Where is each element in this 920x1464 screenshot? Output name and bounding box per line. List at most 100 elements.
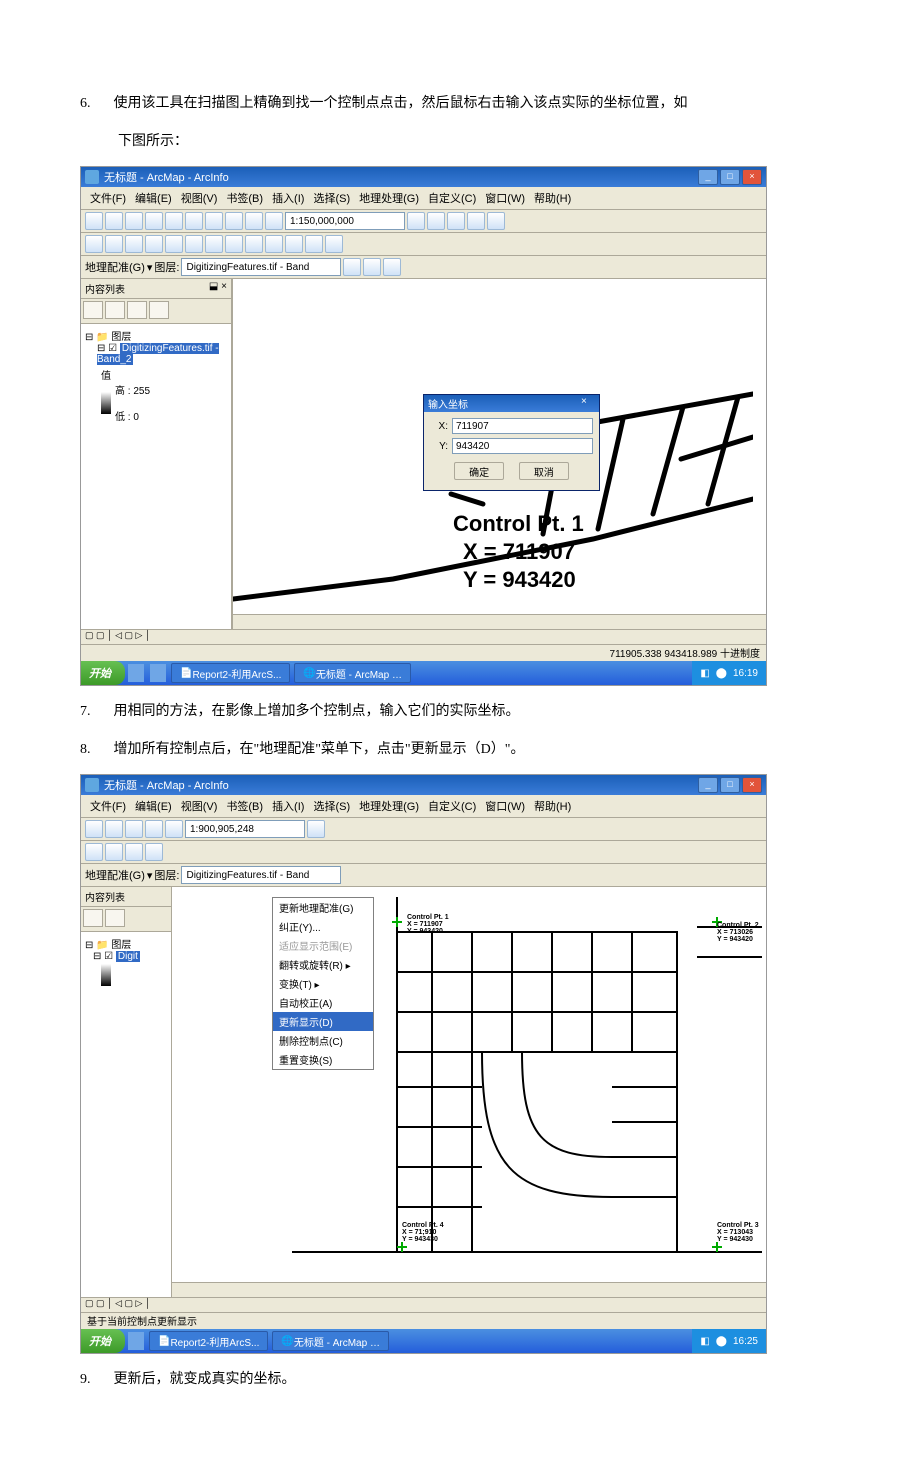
clear-icon[interactable]	[265, 235, 283, 253]
print-icon[interactable]	[145, 212, 163, 230]
menu-insert[interactable]: 插入(I)	[269, 189, 307, 207]
back-icon[interactable]	[205, 235, 223, 253]
scale-input[interactable]	[185, 820, 305, 838]
menu-geo[interactable]: 地理处理(G)	[356, 797, 422, 815]
toolbox-icon[interactable]	[307, 820, 325, 838]
quicklaunch-icon[interactable]	[128, 664, 144, 682]
quicklaunch-icon-2[interactable]	[150, 664, 166, 682]
search-icon[interactable]	[467, 212, 485, 230]
georef-menu[interactable]: 地理配准(G)	[85, 867, 145, 883]
add-data-icon[interactable]	[165, 820, 183, 838]
task-item-2[interactable]: 🌐 无标题 - ArcMap …	[294, 663, 411, 683]
identify-icon[interactable]	[285, 235, 303, 253]
menu-select[interactable]: 选择(S)	[310, 189, 353, 207]
menu-custom[interactable]: 自定义(C)	[425, 797, 479, 815]
select-icon[interactable]	[245, 235, 263, 253]
tray-icon-2[interactable]: ⬤	[716, 668, 727, 679]
maximize-button[interactable]: □	[720, 169, 740, 185]
fixed-zoomin-icon[interactable]	[165, 235, 183, 253]
georef-menu[interactable]: 地理配准(G)	[85, 259, 145, 275]
menu-reset[interactable]: 重置变换(S)	[273, 1050, 373, 1069]
scale-input[interactable]	[285, 212, 405, 230]
toc-tab-3[interactable]	[127, 301, 147, 319]
menu-custom[interactable]: 自定义(C)	[425, 189, 479, 207]
open-icon[interactable]	[105, 212, 123, 230]
pan-icon[interactable]	[125, 843, 143, 861]
toolbox-icon[interactable]	[427, 212, 445, 230]
minimize-button[interactable]: _	[698, 777, 718, 793]
task-item-1[interactable]: 📄 Report2-利用ArcS...	[171, 663, 290, 683]
menu-file[interactable]: 文件(F)	[87, 797, 129, 815]
toc-tab-4[interactable]	[149, 301, 169, 319]
maximize-button[interactable]: □	[720, 777, 740, 793]
copy-icon[interactable]	[185, 212, 203, 230]
start-button[interactable]: 开始	[81, 1329, 125, 1353]
map-canvas-2[interactable]: 更新地理配准(G) 纠正(Y)... 适应显示范围(E) 翻转或旋转(R) ▸ …	[172, 887, 766, 1297]
python-icon[interactable]	[487, 212, 505, 230]
new-icon[interactable]	[85, 820, 103, 838]
menu-edit[interactable]: 编辑(E)	[132, 797, 175, 815]
paste-icon[interactable]	[205, 212, 223, 230]
new-icon[interactable]	[85, 212, 103, 230]
layer-select[interactable]	[181, 258, 341, 276]
zoomin-icon[interactable]	[85, 235, 103, 253]
fullextent-icon[interactable]	[145, 843, 163, 861]
cut-icon[interactable]	[165, 212, 183, 230]
zoomout-icon[interactable]	[105, 235, 123, 253]
toc-pin-icon[interactable]: ⬓ ×	[209, 281, 227, 296]
menu-update-georef[interactable]: 更新地理配准(G)	[273, 898, 373, 917]
menu-bookmark[interactable]: 书签(B)	[223, 189, 266, 207]
menu-edit[interactable]: 编辑(E)	[132, 189, 175, 207]
menu-help[interactable]: 帮助(H)	[531, 189, 574, 207]
task-item-1[interactable]: 📄 Report2-利用ArcS...	[149, 1331, 268, 1351]
start-button[interactable]: 开始	[81, 661, 125, 685]
add-data-icon[interactable]	[265, 212, 283, 230]
menu-auto[interactable]: 自动校正(A)	[273, 993, 373, 1012]
pan-icon[interactable]	[125, 235, 143, 253]
save-icon[interactable]	[125, 820, 143, 838]
zoomin-icon[interactable]	[85, 843, 103, 861]
menu-bookmark[interactable]: 书签(B)	[223, 797, 266, 815]
menu-geo[interactable]: 地理处理(G)	[356, 189, 422, 207]
measure-icon[interactable]	[325, 235, 343, 253]
tree-root[interactable]: ⊟ 📁 图层	[85, 328, 227, 343]
close-button[interactable]: ×	[742, 777, 762, 793]
linktable-icon[interactable]	[383, 258, 401, 276]
redo-icon[interactable]	[245, 212, 263, 230]
menu-window[interactable]: 窗口(W)	[482, 797, 528, 815]
toc-tab-2[interactable]	[105, 301, 125, 319]
fixed-zoomout-icon[interactable]	[185, 235, 203, 253]
toc-tab-1[interactable]	[83, 301, 103, 319]
dlg-close-icon[interactable]: ×	[581, 396, 595, 408]
x-input[interactable]	[452, 418, 593, 434]
menu-rectify[interactable]: 纠正(Y)...	[273, 917, 373, 936]
find-icon[interactable]	[305, 235, 323, 253]
menu-help[interactable]: 帮助(H)	[531, 797, 574, 815]
menu-delete-cp[interactable]: 删除控制点(C)	[273, 1031, 373, 1050]
forward-icon[interactable]	[225, 235, 243, 253]
ok-button[interactable]: 确定	[454, 462, 504, 480]
menu-transform[interactable]: 变换(T) ▸	[273, 974, 373, 993]
print-icon[interactable]	[145, 820, 163, 838]
menu-view[interactable]: 视图(V)	[178, 189, 221, 207]
rotate-icon[interactable]	[343, 258, 361, 276]
menu-view[interactable]: 视图(V)	[178, 797, 221, 815]
fullextent-icon[interactable]	[145, 235, 163, 253]
minimize-button[interactable]: _	[698, 169, 718, 185]
menu-update-display[interactable]: 更新显示(D)	[273, 1012, 373, 1031]
menu-file[interactable]: 文件(F)	[87, 189, 129, 207]
map-canvas[interactable]: Control Pt. 1 X = 711907 Y = 943420 输入坐标…	[232, 279, 766, 629]
zoomout-icon[interactable]	[105, 843, 123, 861]
task-item-2[interactable]: 🌐 无标题 - ArcMap …	[272, 1331, 389, 1351]
editor-icon[interactable]	[407, 212, 425, 230]
menu-flip[interactable]: 翻转或旋转(R) ▸	[273, 955, 373, 974]
close-button[interactable]: ×	[742, 169, 762, 185]
catalog-icon[interactable]	[447, 212, 465, 230]
cancel-button[interactable]: 取消	[519, 462, 569, 480]
tray-icon[interactable]: ◧	[700, 668, 709, 679]
menu-select[interactable]: 选择(S)	[310, 797, 353, 815]
addpoint-icon[interactable]	[363, 258, 381, 276]
undo-icon[interactable]	[225, 212, 243, 230]
open-icon[interactable]	[105, 820, 123, 838]
menu-window[interactable]: 窗口(W)	[482, 189, 528, 207]
